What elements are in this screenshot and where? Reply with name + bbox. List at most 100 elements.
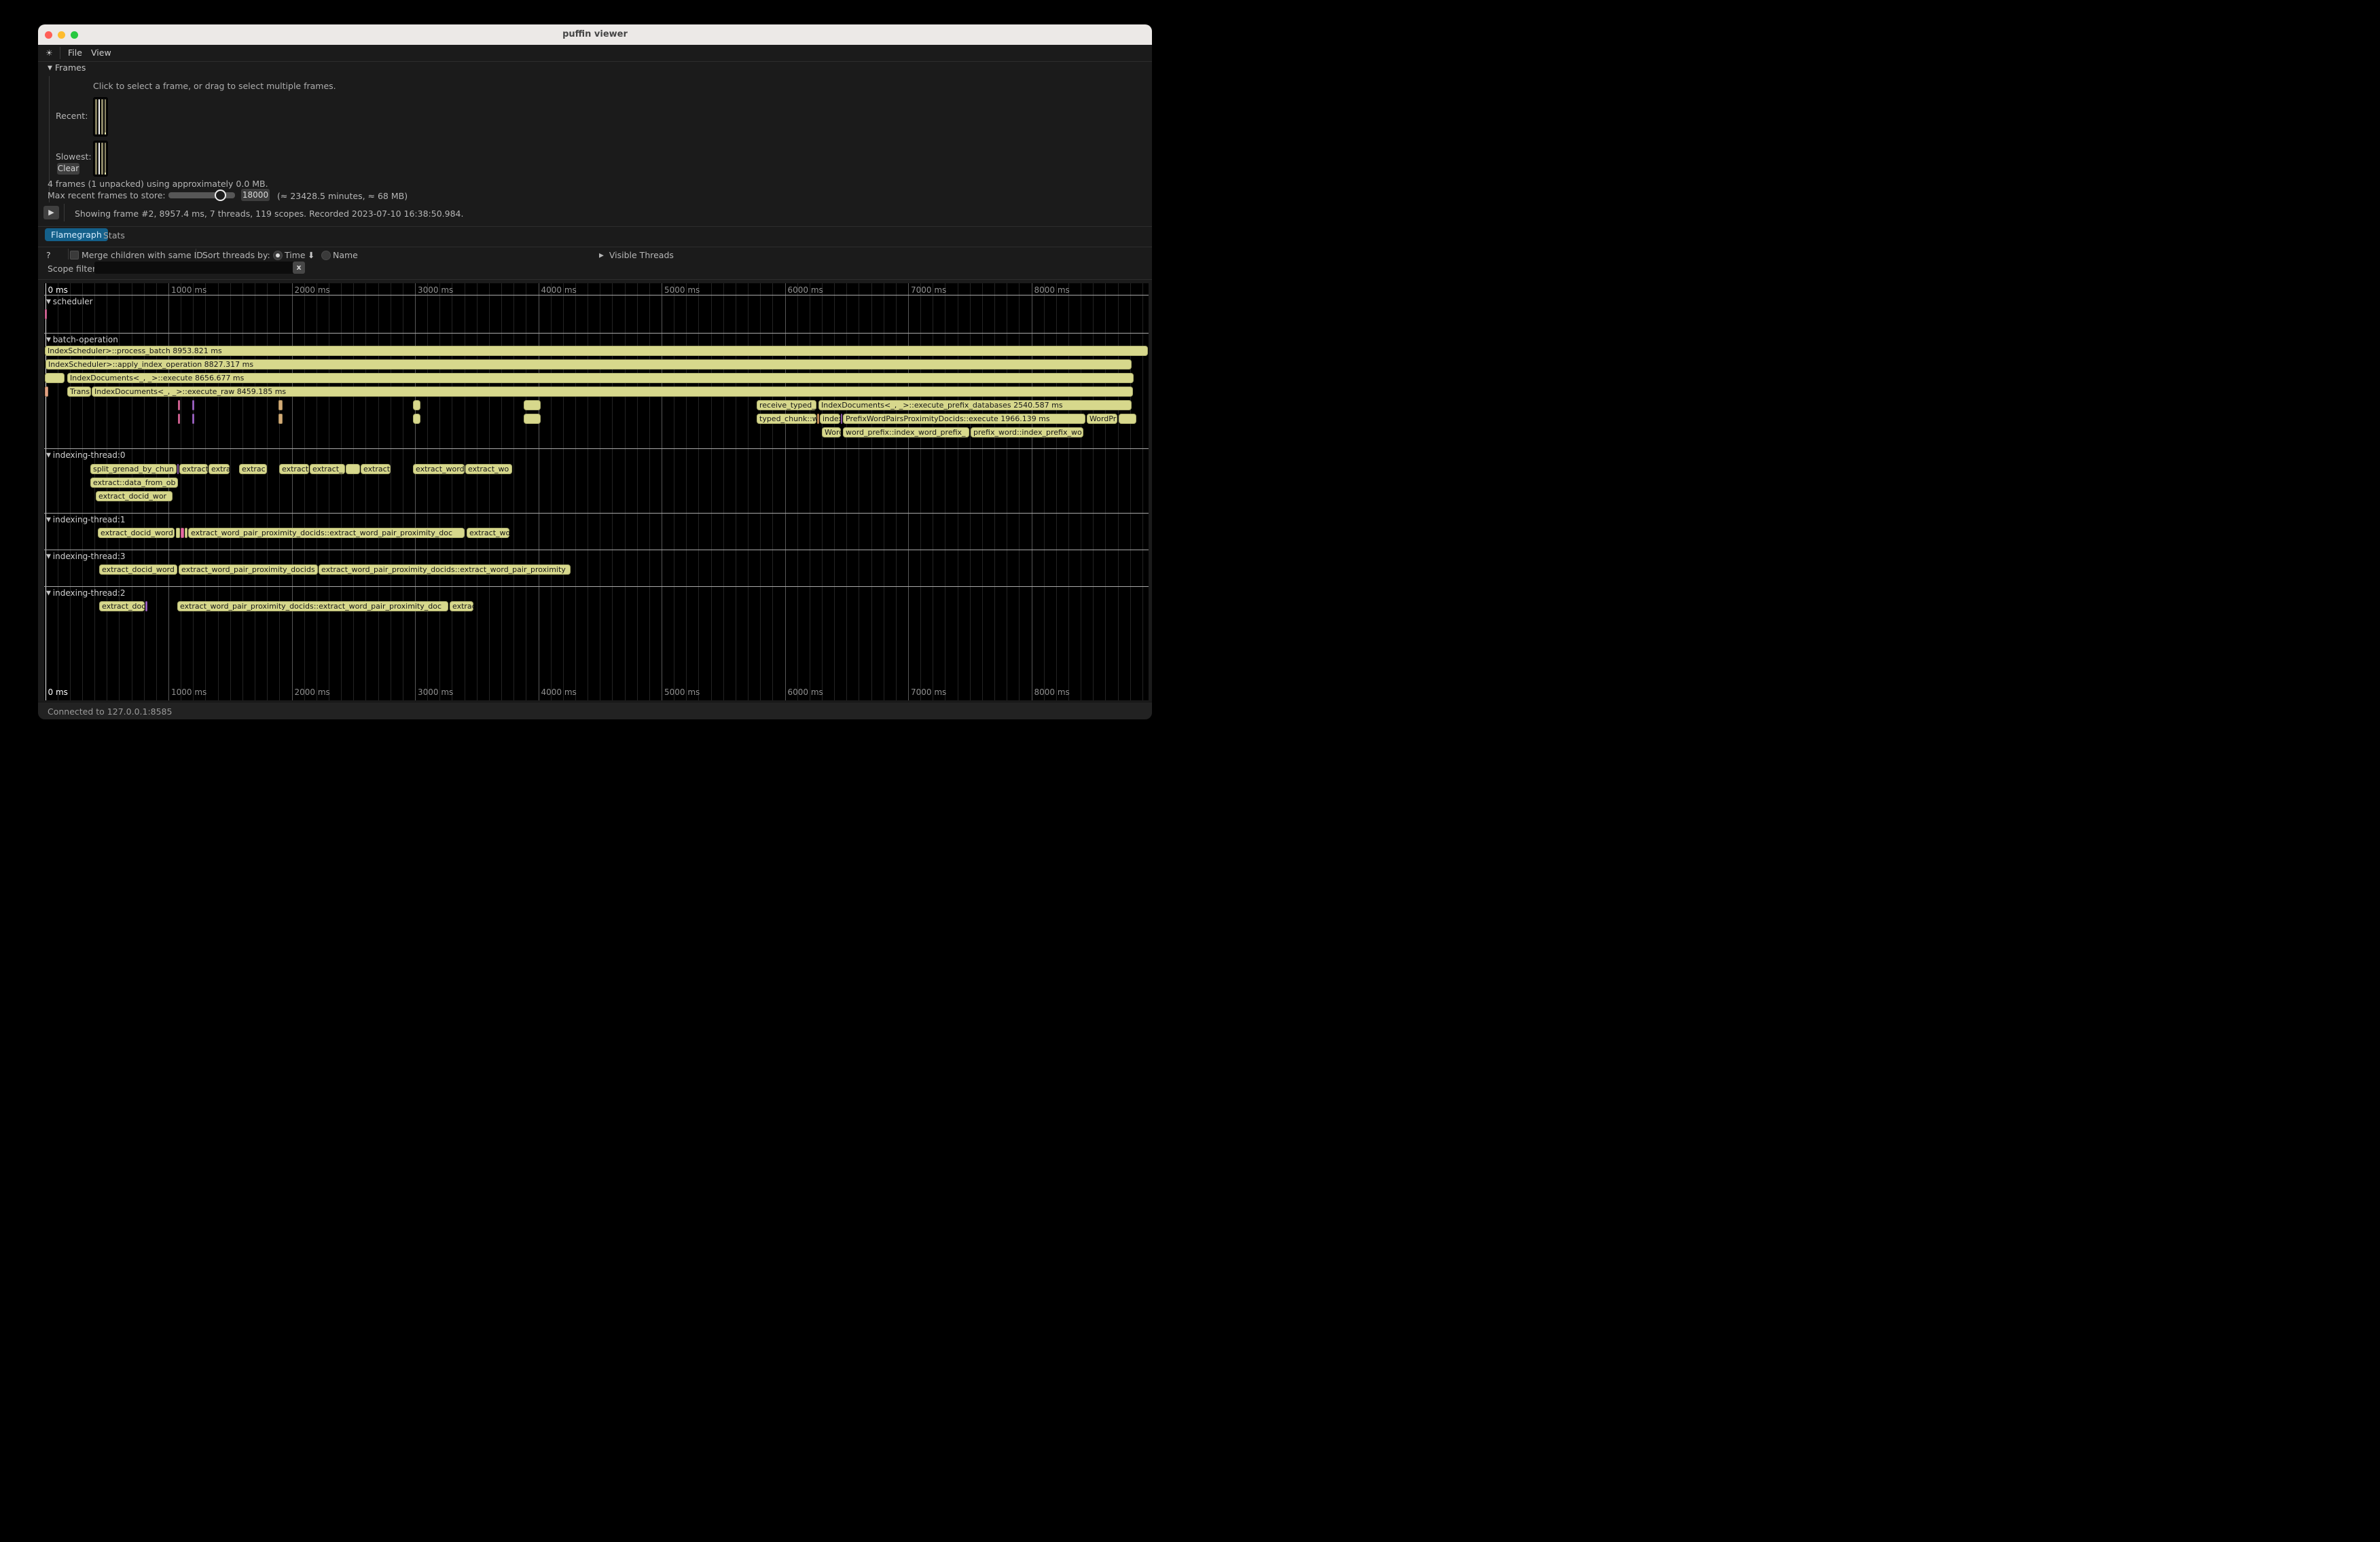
thread-label-indexing-thread:1[interactable]: ▼ indexing-thread:1 bbox=[46, 515, 126, 524]
scope-bar[interactable] bbox=[346, 464, 360, 474]
title-bar: puffin viewer bbox=[38, 24, 1152, 45]
max-frames-note: (≈ 23428.5 minutes, ≈ 68 MB) bbox=[277, 191, 408, 201]
scope-bar[interactable] bbox=[278, 414, 283, 424]
scope-bar[interactable]: Word bbox=[822, 427, 841, 437]
axis-tick-label: 0 ms bbox=[48, 687, 68, 697]
scope-bar[interactable] bbox=[45, 387, 48, 397]
sort-threads-label: Sort threads by: bbox=[202, 250, 270, 260]
frames-section-header[interactable]: ▼ Frames bbox=[48, 62, 86, 73]
max-frames-value[interactable]: 18000 bbox=[241, 189, 270, 201]
merge-children-label[interactable]: Merge children with same ID bbox=[82, 250, 203, 260]
scope-bar[interactable]: extract_wo bbox=[465, 464, 512, 474]
scope-bar[interactable]: extract_ bbox=[279, 464, 309, 474]
scope-bar[interactable]: extra bbox=[209, 464, 230, 474]
thread-label-indexing-thread:2[interactable]: ▼ indexing-thread:2 bbox=[46, 588, 126, 598]
scope-bar[interactable] bbox=[524, 414, 541, 424]
scope-bar[interactable]: IndexDocuments<_, _>::execute_prefix_dat… bbox=[818, 400, 1132, 410]
scope-bar[interactable] bbox=[841, 414, 842, 424]
recent-frame-thumbnail[interactable] bbox=[93, 97, 108, 137]
scope-bar[interactable] bbox=[145, 601, 147, 611]
clear-button[interactable]: Clear bbox=[57, 163, 79, 175]
scope-bar[interactable]: typed_chunk::w bbox=[757, 414, 816, 424]
scope-bar[interactable] bbox=[177, 464, 179, 474]
visible-threads-header[interactable]: ▶ Visible Threads bbox=[599, 250, 674, 260]
axis-tick-label: 3000 ms bbox=[418, 687, 453, 697]
thread-separator bbox=[44, 333, 1149, 334]
scope-bar[interactable]: extract::data_from_ob bbox=[90, 478, 178, 488]
scope-bar[interactable]: WordPr bbox=[1087, 414, 1117, 424]
sort-direction-arrow-icon[interactable]: ⬇ bbox=[308, 250, 314, 260]
collapse-triangle-icon: ▼ bbox=[46, 554, 53, 560]
scope-bar[interactable] bbox=[817, 414, 819, 424]
sort-time-radio[interactable] bbox=[273, 251, 283, 260]
scope-bar[interactable] bbox=[192, 400, 194, 410]
scope-bar[interactable]: IndexScheduler>::apply_index_operation 8… bbox=[46, 359, 1132, 370]
scope-bar[interactable]: Trans bbox=[67, 387, 91, 397]
thread-label-indexing-thread:0[interactable]: ▼ indexing-thread:0 bbox=[46, 450, 126, 460]
scope-bar[interactable] bbox=[181, 528, 184, 538]
thread-label-batch-operation[interactable]: ▼ batch-operation bbox=[46, 335, 118, 344]
axis-tick-label: 7000 ms bbox=[911, 285, 946, 295]
slowest-frame-thumbnail[interactable] bbox=[93, 141, 108, 177]
scope-bar[interactable]: extract_docid_wor bbox=[96, 491, 173, 501]
scope-bar[interactable] bbox=[178, 414, 180, 424]
scope-bar[interactable]: extract bbox=[179, 464, 208, 474]
scope-bar[interactable]: IndexScheduler>::process_batch 8953.821 … bbox=[45, 346, 1148, 356]
scope-bar[interactable]: extrac bbox=[239, 464, 267, 474]
scope-bar[interactable]: word_prefix::index_word_prefix_ bbox=[843, 427, 969, 437]
scope-bar[interactable]: index bbox=[820, 414, 840, 424]
axis-tick-label: 2000 ms bbox=[295, 285, 330, 295]
scope-bar[interactable] bbox=[413, 400, 420, 410]
scope-bar[interactable]: PrefixWordPairsProximityDocids::execute … bbox=[843, 414, 1085, 424]
scope-bar[interactable]: extract_docid_word bbox=[99, 564, 177, 575]
scope-bar[interactable]: extract_ bbox=[310, 464, 345, 474]
max-frames-slider-knob[interactable] bbox=[215, 190, 226, 201]
frame-mini-bar bbox=[105, 99, 107, 135]
scope-bar[interactable] bbox=[1119, 414, 1136, 424]
scope-bar[interactable]: extract_word_pair_proximity_docids::extr… bbox=[319, 564, 571, 575]
scope-bar[interactable] bbox=[192, 414, 194, 424]
scope-bar[interactable]: prefix_word::index_prefix_wo bbox=[971, 427, 1083, 437]
scope-bar[interactable]: extract_doc bbox=[99, 601, 145, 611]
thread-label-scheduler[interactable]: ▼ scheduler bbox=[46, 297, 93, 306]
scope-bar[interactable] bbox=[278, 400, 283, 410]
scope-bar[interactable]: IndexDocuments<_, _>::execute_raw 8459.1… bbox=[92, 387, 1133, 397]
play-button[interactable]: ▶ bbox=[43, 206, 59, 219]
collapse-triangle-icon: ▼ bbox=[46, 337, 53, 344]
scope-bar[interactable] bbox=[45, 309, 47, 319]
scope-bar[interactable]: extract bbox=[361, 464, 391, 474]
scope-bar[interactable]: extract_word bbox=[413, 464, 465, 474]
help-button[interactable]: ? bbox=[46, 250, 51, 260]
scope-bar[interactable]: extract_word_pair_proximity_docids bbox=[179, 564, 318, 575]
scope-bar[interactable] bbox=[45, 373, 65, 383]
thread-label-indexing-thread:3[interactable]: ▼ indexing-thread:3 bbox=[46, 552, 126, 561]
scope-bar[interactable]: extract_docid_word bbox=[98, 528, 175, 538]
tab-stats[interactable]: Stats bbox=[103, 230, 125, 240]
scope-bar[interactable]: extract_word_pair_proximity_docids::extr… bbox=[177, 601, 448, 611]
sort-name-label[interactable]: Name bbox=[333, 250, 358, 260]
scope-bar[interactable] bbox=[413, 414, 420, 424]
scope-bar[interactable] bbox=[524, 400, 541, 410]
scope-bar[interactable]: extract_word_pair_proximity_docids::extr… bbox=[188, 528, 465, 538]
axis-tick-label: 2000 ms bbox=[295, 687, 330, 697]
scope-bar[interactable] bbox=[178, 400, 180, 410]
section-divider bbox=[38, 226, 1152, 227]
sort-name-radio[interactable] bbox=[321, 251, 331, 260]
menu-item-view[interactable]: View bbox=[91, 48, 111, 58]
theme-toggle-icon[interactable]: ☀ bbox=[46, 48, 53, 58]
sort-time-label[interactable]: Time bbox=[285, 250, 306, 260]
scope-filter-clear-button[interactable]: x bbox=[293, 262, 305, 274]
menu-item-file[interactable]: File bbox=[68, 48, 82, 58]
merge-children-checkbox[interactable] bbox=[70, 251, 79, 259]
scope-bar[interactable]: split_grenad_by_chun bbox=[90, 464, 177, 474]
scope-filter-input[interactable] bbox=[94, 262, 295, 274]
tab-flamegraph[interactable]: Flamegraph bbox=[45, 228, 108, 241]
flamegraph-canvas[interactable]: 0 ms0 ms1000 ms1000 ms2000 ms2000 ms3000… bbox=[44, 283, 1149, 700]
scope-bar[interactable]: receive_typed_ bbox=[757, 400, 816, 410]
scope-bar[interactable] bbox=[185, 528, 187, 538]
scope-bar[interactable] bbox=[176, 528, 180, 538]
status-bar: Connected to 127.0.0.1:8585 bbox=[38, 702, 1152, 719]
scope-bar[interactable]: extract_wo bbox=[467, 528, 509, 538]
scope-bar[interactable]: IndexDocuments<_, _>::execute 8656.677 m… bbox=[67, 373, 1134, 383]
scope-bar[interactable]: extrac bbox=[450, 601, 473, 611]
